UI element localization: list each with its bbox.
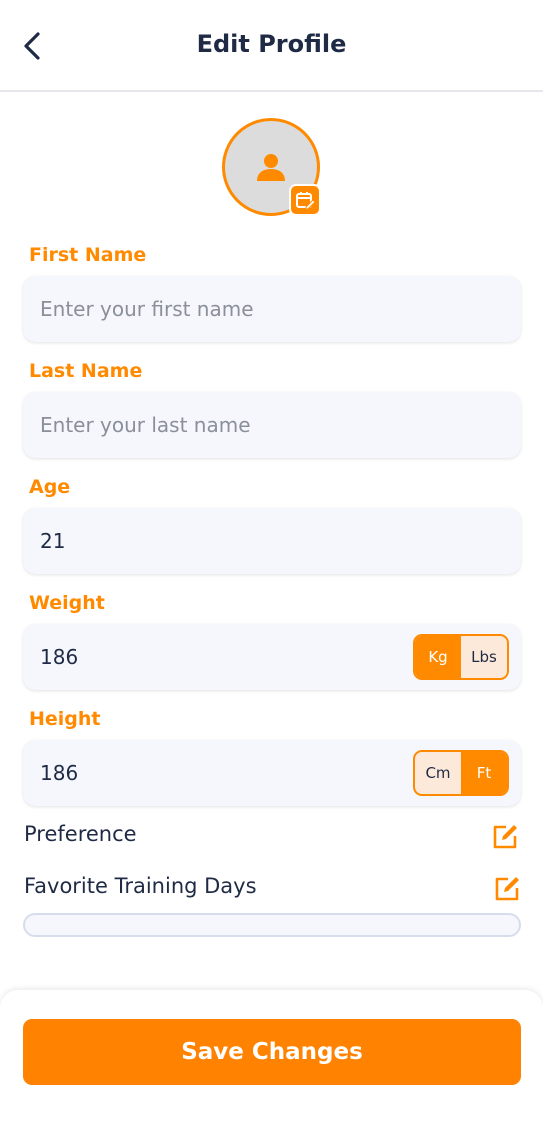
edit-profile-screen: Edit Profile First Name Last Name Age We… [0, 0, 543, 1125]
height-field-container: Cm Ft [23, 740, 521, 806]
last-name-label: Last Name [29, 360, 143, 382]
preference-edit-button[interactable] [488, 820, 522, 854]
first-name-input[interactable] [23, 276, 521, 342]
weight-unit-kg[interactable]: Kg [415, 636, 461, 678]
training-days-edit-button[interactable] [490, 872, 524, 906]
save-changes-button[interactable]: Save Changes [23, 1019, 521, 1085]
first-name-field-container [23, 276, 521, 342]
age-input[interactable] [23, 508, 521, 574]
app-header: Edit Profile [0, 0, 543, 92]
person-icon [257, 154, 285, 181]
weight-field-container: Kg Lbs [23, 624, 521, 690]
weight-label: Weight [29, 592, 105, 614]
page-title: Edit Profile [196, 30, 347, 58]
last-name-field-container [23, 392, 521, 458]
preference-label: Preference [24, 822, 137, 846]
footer-panel: Save Changes [0, 990, 543, 1125]
weight-unit-lbs[interactable]: Lbs [461, 636, 507, 678]
height-unit-cm[interactable]: Cm [415, 752, 461, 794]
edit-icon [493, 825, 517, 849]
height-label: Height [29, 708, 101, 730]
edit-icon [495, 877, 519, 901]
age-field-container [23, 508, 521, 574]
height-unit-toggle: Cm Ft [413, 750, 509, 796]
last-name-input[interactable] [23, 392, 521, 458]
weight-unit-toggle: Kg Lbs [413, 634, 509, 680]
first-name-label: First Name [29, 244, 147, 266]
training-days-label: Favorite Training Days [24, 874, 257, 898]
edit-calendar-icon [296, 192, 315, 210]
avatar-edit-button[interactable] [289, 184, 321, 216]
height-unit-ft[interactable]: Ft [461, 752, 507, 794]
training-days-bar [23, 913, 521, 937]
age-label: Age [29, 476, 71, 498]
